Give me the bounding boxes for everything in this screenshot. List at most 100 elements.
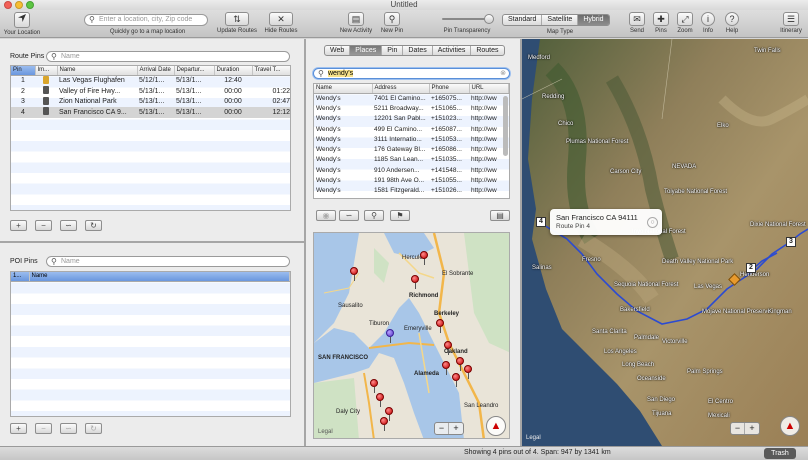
map-type-standard[interactable]: Standard bbox=[503, 15, 543, 25]
zoom-item[interactable]: ⤢ Zoom bbox=[675, 12, 695, 34]
poi-col-name[interactable]: Name bbox=[29, 272, 290, 282]
update-routes-item[interactable]: ⇅ Update Routes bbox=[214, 12, 260, 34]
route-col-4[interactable]: Departur... bbox=[174, 66, 215, 76]
refresh-route-button[interactable]: ↻ bbox=[85, 220, 102, 231]
map-legal-link[interactable]: Legal bbox=[318, 429, 333, 435]
pins-item[interactable]: ✚ Pins bbox=[651, 12, 671, 34]
table-row[interactable]: Wendy's 3111 Internatio... +151053... http:… bbox=[314, 134, 509, 144]
table-row[interactable]: 1 Las Vegas Flughafen 5/12/1... 5/13/1... 12… bbox=[11, 75, 290, 86]
places-map-button[interactable]: ▤ bbox=[490, 210, 510, 221]
places-tab-bar[interactable]: Web Places Pin Dates Activities Routes bbox=[324, 45, 505, 56]
results-scrollbar[interactable] bbox=[503, 96, 508, 156]
pin-callout[interactable]: San Francisco CA 94111 Route Pin 4 ○ bbox=[550, 209, 662, 235]
place-pin[interactable] bbox=[385, 407, 393, 421]
pin-transparency-slider[interactable] bbox=[438, 12, 496, 26]
selected-place-pin[interactable] bbox=[386, 329, 394, 343]
places-map[interactable]: Richmond El Sobrante Hercules Berkeley E… bbox=[313, 232, 510, 439]
main-map-legal-link[interactable]: Legal bbox=[526, 435, 541, 441]
places-col-url[interactable]: URL bbox=[469, 84, 509, 94]
map-type-hybrid[interactable]: Hybrid bbox=[578, 15, 609, 25]
poi-pins-table[interactable]: 1... Name bbox=[10, 271, 291, 417]
place-pin[interactable] bbox=[376, 393, 384, 407]
table-row[interactable]: 2 Valley of Fire Hwy... 5/13/1... 5/13/1...… bbox=[11, 86, 290, 97]
place-pin[interactable] bbox=[464, 365, 472, 379]
compass-icon[interactable]: ▲ bbox=[780, 416, 800, 436]
table-row[interactable]: Wendy's 12201 San Pabl... +151023... http:/… bbox=[314, 114, 509, 124]
places-search-button[interactable]: ⚲ bbox=[364, 210, 384, 221]
help-item[interactable]: ? Help bbox=[724, 12, 740, 34]
map-type-satellite[interactable]: Satellite bbox=[542, 15, 579, 25]
place-pin[interactable] bbox=[350, 267, 358, 281]
location-search-input[interactable]: ⚲ Enter a location, city, Zip code bbox=[84, 14, 208, 26]
poi-route-button[interactable]: ∽ bbox=[60, 423, 77, 434]
route-marker-2[interactable]: 2 bbox=[746, 263, 756, 273]
tab-places[interactable]: Places bbox=[350, 46, 383, 55]
route-col-3[interactable]: Arrival Date bbox=[137, 66, 175, 76]
tab-routes[interactable]: Routes bbox=[471, 46, 503, 55]
tab-activities[interactable]: Activities bbox=[433, 46, 472, 55]
route-col-2[interactable]: Name bbox=[57, 66, 138, 76]
table-row[interactable]: Wendy's 910 Andersen... +141548... http://w… bbox=[314, 165, 509, 175]
places-results-table[interactable]: Name Address Phone URL Wendy's 7401 El Camin… bbox=[313, 83, 510, 199]
route-col-0[interactable]: Pin bbox=[11, 66, 36, 76]
places-pin-button[interactable]: ⚑ bbox=[390, 210, 410, 221]
zoom-in-button[interactable]: + bbox=[745, 423, 759, 434]
place-pin[interactable] bbox=[456, 357, 464, 371]
compass-icon[interactable]: ▲ bbox=[486, 416, 506, 436]
zoom-window-button[interactable] bbox=[26, 1, 34, 9]
places-col-phone[interactable]: Phone bbox=[429, 84, 470, 94]
refresh-poi-button[interactable]: ↻ bbox=[85, 423, 102, 434]
tab-web[interactable]: Web bbox=[325, 46, 351, 55]
hide-routes-icon[interactable]: ✕ bbox=[269, 12, 293, 26]
poi-pins-search[interactable]: ⚲ Name bbox=[46, 256, 290, 267]
slider-knob[interactable] bbox=[484, 14, 494, 24]
place-pin[interactable] bbox=[380, 417, 388, 431]
route-pins-search[interactable]: ⚲ Name bbox=[46, 51, 290, 62]
table-row[interactable]: 4 San Francisco CA 9... 5/13/1... 5/13/1...… bbox=[11, 107, 290, 118]
hide-routes-item[interactable]: ✕ Hide Routes bbox=[260, 12, 302, 34]
trash-button[interactable]: Trash bbox=[764, 448, 796, 459]
places-globe-button[interactable]: ◉ bbox=[316, 210, 336, 221]
your-location-item[interactable]: Your Location bbox=[2, 12, 42, 36]
add-poi-pin-button[interactable]: + bbox=[10, 423, 27, 434]
table-row[interactable]: Wendy's 1581 Fitzgerald... +151026... http:… bbox=[314, 186, 509, 196]
route-draw-button[interactable]: ∽ bbox=[60, 220, 77, 231]
table-row[interactable]: Wendy's 191 98th Ave O... +151055... http:/… bbox=[314, 175, 509, 185]
zoom-in-button[interactable]: + bbox=[449, 423, 463, 434]
place-pin[interactable] bbox=[442, 361, 450, 375]
table-row[interactable]: Wendy's 7401 El Camino... +165075... http:/… bbox=[314, 93, 509, 103]
update-routes-icon[interactable]: ⇅ bbox=[225, 12, 249, 26]
main-map[interactable]: Medford Elko NEVADA Carson City Salinas … bbox=[522, 39, 808, 446]
briefcase-icon[interactable]: ▤ bbox=[348, 12, 364, 26]
places-route-button[interactable]: ∽ bbox=[339, 210, 359, 221]
info-item[interactable]: i Info bbox=[700, 12, 716, 34]
pins-icon[interactable]: ✚ bbox=[653, 12, 669, 26]
info-icon[interactable]: i bbox=[701, 12, 715, 26]
clear-search-icon[interactable]: ⊗ bbox=[500, 69, 506, 78]
zoom-out-button[interactable]: − bbox=[435, 423, 449, 434]
place-pin[interactable] bbox=[444, 341, 452, 355]
table-row[interactable]: 3 Zion National Park 5/13/1... 5/13/1... 00:… bbox=[11, 96, 290, 107]
place-pin[interactable] bbox=[436, 319, 444, 333]
remove-route-pin-button[interactable]: − bbox=[35, 220, 52, 231]
tab-dates[interactable]: Dates bbox=[403, 46, 433, 55]
zoom-icon[interactable]: ⤢ bbox=[677, 12, 693, 26]
callout-detail-icon[interactable]: ○ bbox=[647, 217, 658, 228]
send-icon[interactable]: ✉ bbox=[629, 12, 645, 26]
places-col-address[interactable]: Address bbox=[372, 84, 430, 94]
poi-col-index[interactable]: 1... bbox=[11, 272, 30, 282]
route-marker-4[interactable]: 4 bbox=[536, 217, 546, 227]
remove-poi-pin-button[interactable]: − bbox=[35, 423, 52, 434]
table-row[interactable]: Wendy's 176 Gateway Bl... +165086... http:/… bbox=[314, 144, 509, 154]
route-col-6[interactable]: Travel T... bbox=[252, 66, 290, 76]
places-search-input[interactable]: ⚲ wendy's ⊗ bbox=[313, 68, 510, 79]
itinerary-item[interactable]: ☰ Itinerary bbox=[776, 12, 806, 34]
places-col-name[interactable]: Name bbox=[314, 84, 373, 94]
location-arrow-icon[interactable] bbox=[14, 12, 30, 28]
tab-pin[interactable]: Pin bbox=[382, 46, 404, 55]
new-pin-item[interactable]: ⚲ New Pin bbox=[378, 12, 406, 34]
add-route-pin-button[interactable]: + bbox=[10, 220, 27, 231]
send-item[interactable]: ✉ Send bbox=[627, 12, 647, 34]
close-window-button[interactable] bbox=[4, 1, 12, 9]
table-row[interactable]: Wendy's 1185 San Lean... +151035... http://… bbox=[314, 155, 509, 165]
